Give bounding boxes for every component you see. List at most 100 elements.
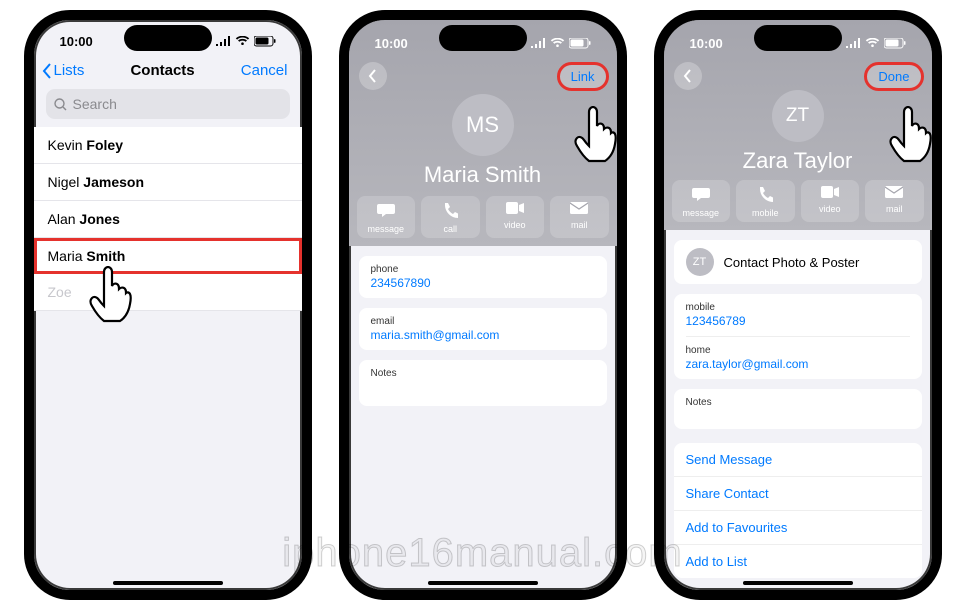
done-button[interactable]: Done	[866, 64, 921, 89]
field-label: mobile	[686, 302, 910, 313]
phone-card[interactable]: mobile 123456789 home zara.taylor@gmail.…	[674, 294, 922, 379]
phone-icon	[757, 186, 773, 206]
email-value: maria.smith@gmail.com	[371, 328, 595, 342]
mail-icon	[570, 202, 588, 218]
wifi-icon	[550, 38, 565, 48]
mini-avatar: ZT	[686, 248, 714, 276]
mail-icon	[885, 186, 903, 202]
phone-icon	[442, 202, 458, 222]
status-time: 10:00	[60, 34, 93, 49]
contact-row[interactable]: Maria Smith	[34, 238, 302, 274]
dynamic-island	[754, 25, 842, 51]
signal-icon	[215, 36, 231, 46]
contact-action-link[interactable]: Add to Favourites	[674, 511, 922, 545]
poster-label: Contact Photo & Poster	[724, 255, 860, 270]
chevron-left-icon	[42, 63, 52, 79]
phone-card[interactable]: phone 234567890	[359, 256, 607, 298]
video-icon	[821, 186, 839, 202]
home-indicator[interactable]	[428, 581, 538, 585]
contact-row[interactable]: Alan Jones	[34, 201, 302, 238]
mobile-value: 123456789	[686, 314, 910, 328]
field-label: Notes	[686, 397, 910, 408]
action-label: video	[819, 204, 841, 214]
action-video[interactable]: video	[801, 180, 860, 222]
dynamic-island	[124, 25, 212, 51]
contacts-list: Kevin FoleyNigel JamesonAlan JonesMaria …	[34, 127, 302, 311]
action-video[interactable]: video	[486, 196, 545, 238]
back-button[interactable]: Lists	[42, 62, 85, 79]
notes-card[interactable]: Notes	[674, 389, 922, 429]
link-button[interactable]: Link	[559, 64, 607, 89]
contact-action-link[interactable]: Send Message	[674, 443, 922, 477]
back-button[interactable]	[674, 62, 702, 90]
field-label: home	[686, 345, 910, 356]
contact-photo-poster-row[interactable]: ZT Contact Photo & Poster	[674, 240, 922, 284]
home-indicator[interactable]	[743, 581, 853, 585]
contact-actions: message mobile video mail	[664, 180, 932, 222]
action-mail[interactable]: mail	[550, 196, 609, 238]
wifi-icon	[865, 38, 880, 48]
action-label: message	[367, 224, 404, 234]
contact-avatar: ZT	[772, 90, 824, 142]
battery-icon	[569, 38, 591, 49]
chevron-left-icon	[368, 69, 377, 83]
email-card[interactable]: email maria.smith@gmail.com	[359, 308, 607, 350]
contact-avatar: MS	[452, 94, 514, 156]
search-icon	[54, 98, 67, 111]
notes-card[interactable]: Notes	[359, 360, 607, 406]
dynamic-island	[439, 25, 527, 51]
action-label: mail	[886, 204, 903, 214]
phone-contact-edit: 10:00 Done ZT Zara Taylor message mobile v…	[654, 10, 942, 600]
battery-icon	[254, 36, 276, 47]
action-label: video	[504, 220, 526, 230]
contact-actions-list: Send MessageShare ContactAdd to Favourit…	[674, 443, 922, 578]
action-message[interactable]: message	[357, 196, 416, 238]
phone-value: 234567890	[371, 276, 595, 290]
field-label: email	[371, 316, 595, 327]
action-call[interactable]: call	[421, 196, 480, 238]
video-icon	[506, 202, 524, 218]
field-label: phone	[371, 264, 595, 275]
contact-row[interactable]: Kevin Foley	[34, 127, 302, 164]
action-mobile[interactable]: mobile	[736, 180, 795, 222]
back-label: Lists	[54, 62, 85, 79]
contact-row[interactable]: Nigel Jameson	[34, 164, 302, 201]
search-placeholder: Search	[73, 96, 117, 112]
back-button[interactable]	[359, 62, 387, 90]
signal-icon	[530, 38, 546, 48]
home-value: zara.taylor@gmail.com	[686, 357, 910, 371]
status-indicators	[215, 36, 276, 47]
contact-action-link[interactable]: Share Contact	[674, 477, 922, 511]
search-input[interactable]: Search	[46, 89, 290, 119]
battery-icon	[884, 38, 906, 49]
status-indicators	[530, 38, 591, 49]
chevron-left-icon	[683, 69, 692, 83]
status-time: 10:00	[375, 36, 408, 51]
field-label: Notes	[371, 368, 595, 379]
action-message[interactable]: message	[672, 180, 731, 222]
phone-contact-detail: 10:00 Link MS Maria Smith message call vid…	[339, 10, 627, 600]
contact-hero: 10:00 Done ZT Zara Taylor message mobile v…	[664, 20, 932, 230]
contact-action-link[interactable]: Add to List	[674, 545, 922, 578]
contact-hero: 10:00 Link MS Maria Smith message call vid…	[349, 20, 617, 246]
contact-row[interactable]: Zoe	[34, 274, 302, 311]
cancel-button[interactable]: Cancel	[241, 62, 288, 79]
home-indicator[interactable]	[113, 581, 223, 585]
contact-name: Maria Smith	[349, 162, 617, 188]
signal-icon	[845, 38, 861, 48]
action-label: call	[443, 224, 457, 234]
phone-contacts-list: 10:00 Lists Contacts Cancel Search Kevin…	[24, 10, 312, 600]
action-mail[interactable]: mail	[865, 180, 924, 222]
message-icon	[692, 186, 710, 206]
nav-bar: Lists Contacts Cancel	[34, 56, 302, 85]
wifi-icon	[235, 36, 250, 46]
status-time: 10:00	[690, 36, 723, 51]
message-icon	[377, 202, 395, 222]
status-indicators	[845, 38, 906, 49]
action-label: mail	[571, 220, 588, 230]
contact-actions: message call video mail	[349, 196, 617, 238]
nav-title: Contacts	[130, 62, 194, 79]
contact-name: Zara Taylor	[664, 148, 932, 174]
action-label: message	[682, 208, 719, 218]
action-label: mobile	[752, 208, 779, 218]
